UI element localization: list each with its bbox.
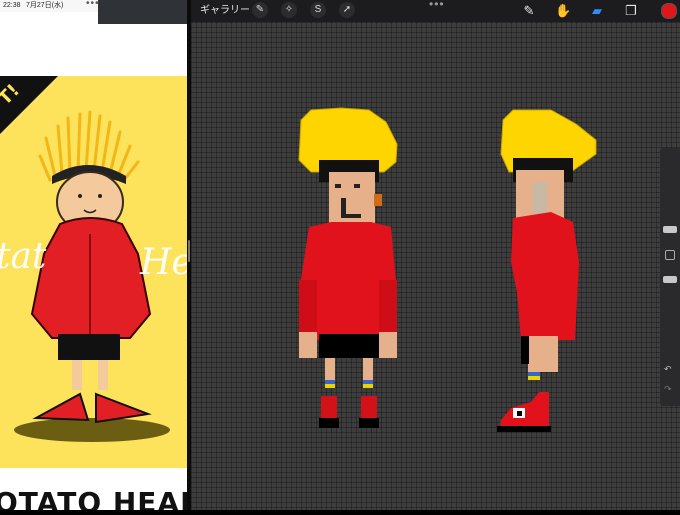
reference-artwork: T! tat H [0,76,187,468]
browser-strip [98,0,187,24]
wrench-icon[interactable]: ✎ [252,2,268,18]
color-picker-button[interactable] [661,3,677,19]
eraser-icon[interactable]: ▰ [589,3,605,19]
brand-wordmark: OTATO HEAD [0,486,187,510]
tagline-right: He [140,242,187,283]
reference-pane: 22:38 7月27日(水) ••• T! tat H OTATO HEA [0,0,187,510]
brush-slider-bar: ↶ ↷ [660,148,680,406]
front-character [298,107,398,428]
top-toolbar: ギャラリー ✎ ✧ S ➚ ••• ✎ ✋ ▰ ❐ [191,0,680,22]
brush-icon[interactable]: ✎ [521,3,537,19]
opacity-slider[interactable] [663,276,677,283]
drawing-canvas[interactable] [191,22,680,510]
side-character [497,109,597,432]
status-date: 7月27日(水) [26,2,64,9]
brush-size-slider[interactable] [663,226,677,233]
smudge-icon[interactable]: ✋ [555,3,571,19]
multitask-dots[interactable]: ••• [86,0,100,9]
selection-icon[interactable]: S [310,2,326,18]
more-dots[interactable]: ••• [429,0,445,11]
procreate-pane: ギャラリー ✎ ✧ S ➚ ••• ✎ ✋ ▰ ❐ [191,0,680,510]
undo-icon[interactable]: ↶ [664,364,672,375]
tagline-left: tat [0,236,47,277]
status-time: 22:38 [3,2,21,9]
arrow-icon[interactable]: ➚ [339,2,355,18]
redo-icon[interactable]: ↷ [664,384,672,395]
magic-wand-icon[interactable]: ✧ [281,2,297,18]
gallery-button[interactable]: ギャラリー [200,3,250,19]
split-handle[interactable] [188,240,190,262]
layers-icon[interactable]: ❐ [623,3,639,19]
modify-button[interactable] [665,250,675,260]
pixel-art-drawing [298,107,597,432]
